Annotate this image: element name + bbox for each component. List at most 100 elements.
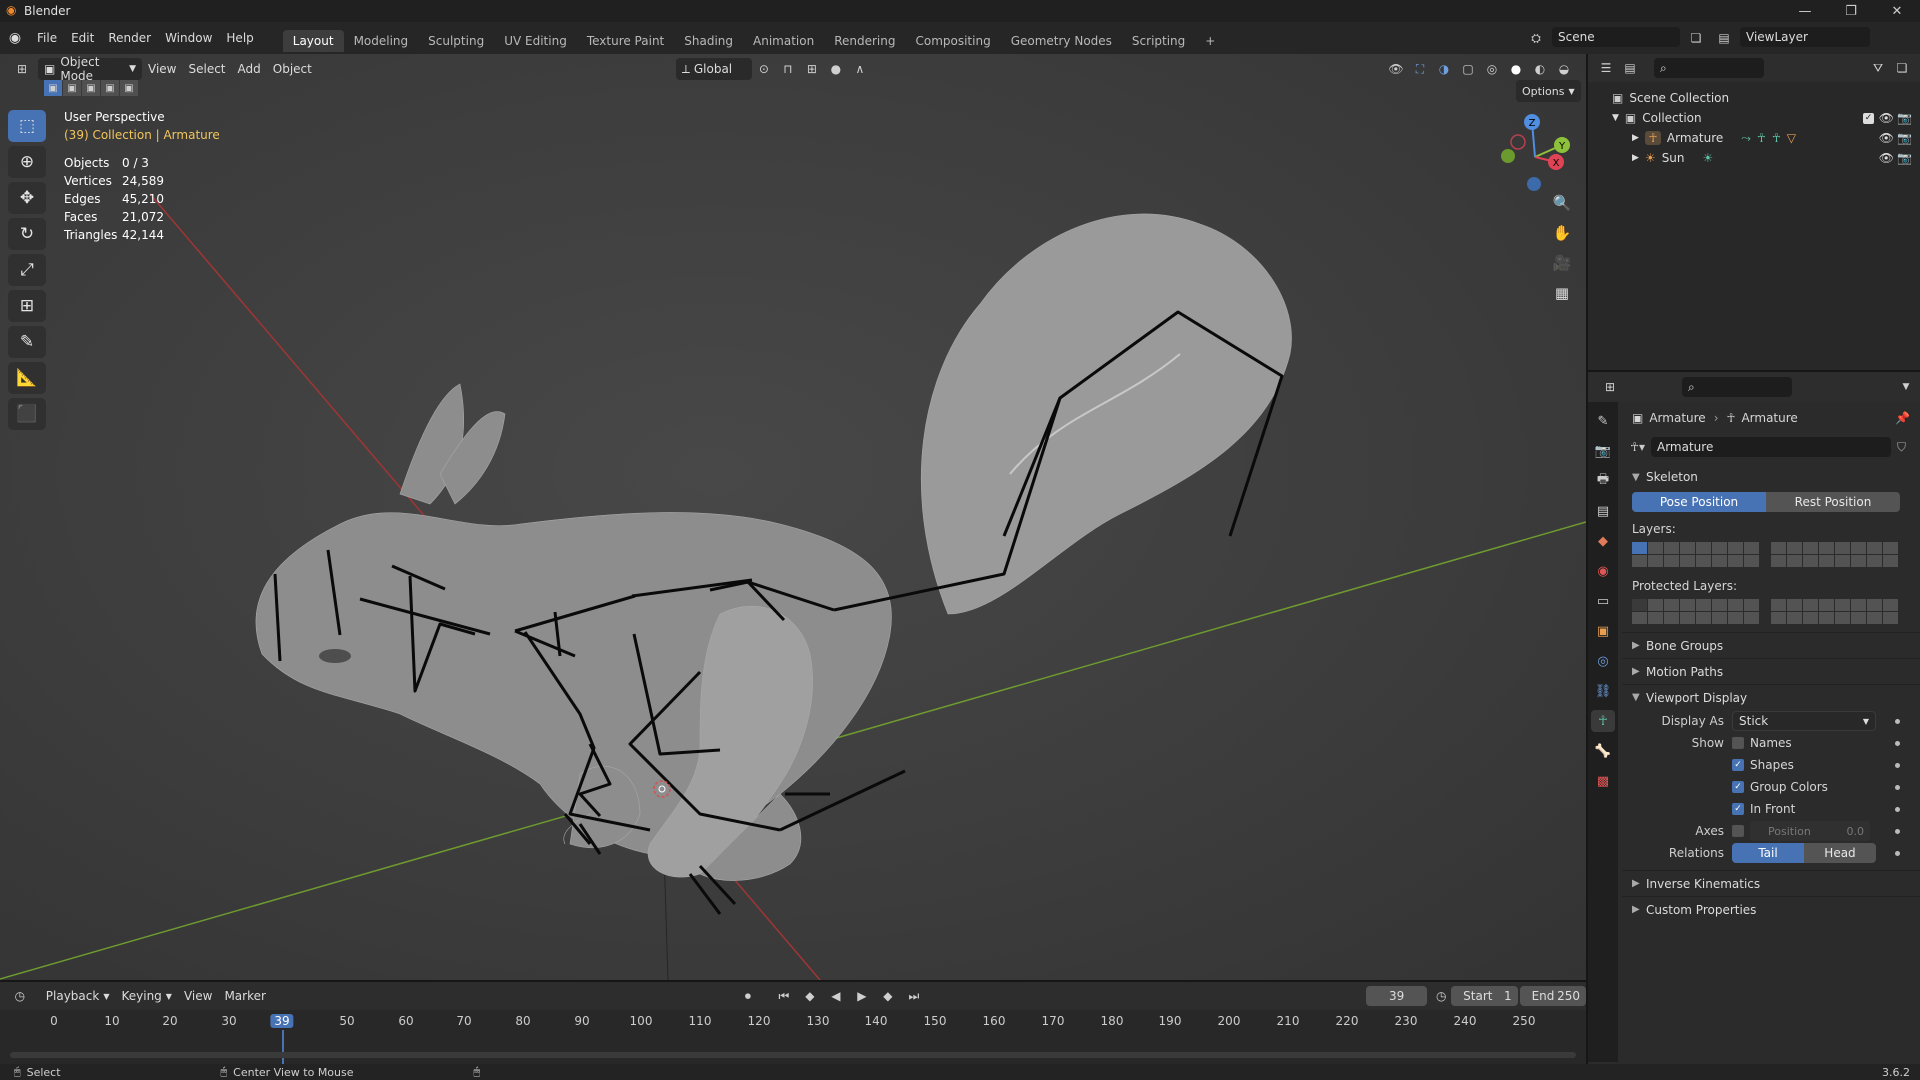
menu-help[interactable]: Help — [219, 27, 260, 49]
prev-keyframe-icon[interactable]: ◆ — [798, 985, 822, 1007]
keyframe-dot-icon[interactable] — [1895, 718, 1900, 724]
chevron-down-icon[interactable]: ▼ — [1894, 376, 1918, 398]
add-workspace-icon[interactable]: + — [1195, 30, 1225, 52]
mesh-data-icon[interactable]: ▽ — [1787, 131, 1796, 145]
tree-item-armature[interactable]: ▶ ☥ Armature ⤳ ☥ ☥ ▽ 👁 📷 — [1588, 128, 1920, 148]
playhead-frame[interactable]: 39 — [270, 1014, 294, 1028]
view-layer-tab-icon[interactable]: ▤ — [1591, 500, 1615, 522]
physics-tab-icon[interactable]: ◎ — [1591, 650, 1615, 672]
zoom-icon[interactable]: 🔍 — [1547, 188, 1577, 218]
tab-geometry-nodes[interactable]: Geometry Nodes — [1001, 30, 1122, 52]
move-tool-icon[interactable]: ✥ — [8, 182, 46, 214]
camera-icon[interactable]: 📷 — [1897, 151, 1912, 165]
maximize-icon[interactable]: ❐ — [1828, 0, 1874, 22]
tree-item-sun[interactable]: ▶ ☀ Sun ☀ 👁 📷 — [1588, 148, 1920, 168]
collection-tab-icon[interactable]: ▭ — [1591, 590, 1615, 612]
menu-render[interactable]: Render — [101, 27, 158, 49]
expand-arrow-icon[interactable]: ▶ — [1632, 133, 1639, 143]
scene-tab-icon[interactable]: ◆ — [1591, 530, 1615, 552]
modifier-icon[interactable]: ☥ — [1772, 131, 1781, 145]
panel-skeleton[interactable]: ▼ Skeleton — [1622, 464, 1920, 490]
names-checkbox[interactable] — [1732, 737, 1744, 749]
tree-scene-collection[interactable]: ▣ Scene Collection — [1588, 88, 1920, 108]
keyframe-dot-icon[interactable] — [1895, 806, 1900, 812]
output-tab-icon[interactable]: 🖶 — [1591, 470, 1615, 492]
tool-tab-icon[interactable]: ✎ — [1591, 410, 1615, 432]
protected-layers-grid[interactable] — [1622, 599, 1920, 624]
select-box-tool-icon[interactable]: ⬚ — [8, 110, 46, 142]
properties-search-input[interactable]: ⌕ — [1682, 377, 1792, 397]
tab-layout[interactable]: Layout — [282, 30, 344, 52]
armature-data-icon[interactable]: ☥ — [1757, 131, 1766, 145]
tab-scripting[interactable]: Scripting — [1122, 30, 1195, 52]
texture-tab-icon[interactable]: ▩ — [1591, 770, 1615, 792]
eye-icon[interactable]: 👁 — [1879, 111, 1894, 125]
timeline-scrollbar[interactable] — [10, 1052, 1576, 1058]
clock-icon[interactable]: ◷ — [1431, 985, 1451, 1007]
bone-tab-icon[interactable]: 🦴 — [1591, 740, 1615, 762]
ortho-toggle-icon[interactable]: ▦ — [1547, 278, 1577, 308]
menu-window[interactable]: Window — [158, 27, 219, 49]
add-cube-tool-icon[interactable]: ⬛ — [8, 398, 46, 430]
tab-texture-paint[interactable]: Texture Paint — [577, 30, 674, 52]
pin-icon[interactable]: 📌 — [1895, 411, 1910, 425]
in-front-checkbox[interactable]: ✓ — [1732, 803, 1744, 815]
play-reverse-icon[interactable]: ◀ — [824, 985, 848, 1007]
play-icon[interactable]: ▶ — [850, 985, 874, 1007]
display-mode-icon[interactable]: ▤ — [1618, 57, 1642, 79]
shapes-checkbox[interactable]: ✓ — [1732, 759, 1744, 771]
exclude-checkbox[interactable]: ✓ — [1863, 112, 1874, 124]
blender-menu-icon[interactable]: ◉ — [0, 30, 30, 46]
tab-animation[interactable]: Animation — [743, 30, 824, 52]
pose-icon[interactable]: ⤳ — [1741, 131, 1751, 146]
properties-editor-type-icon[interactable]: ⊞ — [1598, 376, 1622, 398]
new-scene-icon[interactable]: ❏ — [1684, 27, 1708, 49]
keyframe-dot-icon[interactable] — [1895, 850, 1900, 856]
timeline-view-menu[interactable]: View — [178, 985, 218, 1007]
expand-arrow-icon[interactable]: ▼ — [1612, 113, 1619, 123]
datablock-name-field[interactable]: Armature — [1650, 437, 1891, 457]
constraints-tab-icon[interactable]: ⛓ — [1591, 680, 1615, 702]
record-icon[interactable]: ⏺ — [736, 985, 760, 1007]
scene-name-field[interactable]: Scene — [1552, 27, 1680, 47]
menu-file[interactable]: File — [30, 27, 64, 49]
tab-sculpting[interactable]: Sculpting — [418, 30, 494, 52]
light-data-icon[interactable]: ☀ — [1703, 151, 1714, 165]
render-tab-icon[interactable]: 📷 — [1591, 440, 1615, 462]
close-icon[interactable]: ✕ — [1874, 0, 1920, 22]
camera-view-icon[interactable]: 🎥 — [1547, 248, 1577, 278]
camera-icon[interactable]: 📷 — [1897, 131, 1912, 145]
tab-shading[interactable]: Shading — [674, 30, 743, 52]
menu-edit[interactable]: Edit — [64, 27, 101, 49]
keyframe-dot-icon[interactable] — [1895, 740, 1900, 746]
playhead-line[interactable] — [282, 1030, 284, 1064]
tab-modeling[interactable]: Modeling — [344, 30, 419, 52]
marker-menu[interactable]: Marker — [218, 985, 271, 1007]
jump-end-icon[interactable]: ⏭ — [902, 985, 926, 1007]
keyframe-dot-icon[interactable] — [1895, 828, 1900, 834]
rotate-tool-icon[interactable]: ↻ — [8, 218, 46, 250]
tab-compositing[interactable]: Compositing — [905, 30, 1000, 52]
scale-tool-icon[interactable]: ⤢ — [8, 254, 46, 286]
outliner-editor-type-icon[interactable]: ☰ — [1594, 57, 1618, 79]
axes-checkbox[interactable] — [1732, 825, 1744, 837]
expand-arrow-icon[interactable]: ▶ — [1632, 153, 1639, 163]
minimize-icon[interactable]: — — [1782, 0, 1828, 22]
group-colors-checkbox[interactable]: ✓ — [1732, 781, 1744, 793]
outliner-search-input[interactable]: ⌕ — [1654, 58, 1764, 78]
tab-uv-editing[interactable]: UV Editing — [494, 30, 577, 52]
pose-position-button[interactable]: Pose Position — [1632, 492, 1766, 512]
camera-icon[interactable]: 📷 — [1897, 111, 1912, 125]
view-layer-icon[interactable]: ▤ — [1712, 27, 1736, 49]
eye-icon[interactable]: 👁 — [1879, 131, 1894, 145]
fake-user-shield-icon[interactable]: ⛉ — [1897, 440, 1906, 455]
measure-tool-icon[interactable]: 📐 — [8, 362, 46, 394]
axes-position-field[interactable]: Position 0.0 — [1750, 821, 1870, 841]
3d-viewport[interactable]: ⊞ ▣ Object Mode ▼ View Select Add Object… — [0, 54, 1586, 980]
playback-menu[interactable]: Playback ▼ — [40, 985, 116, 1007]
timeline-editor-type-icon[interactable]: ◷ — [10, 985, 30, 1007]
end-frame-field[interactable]: End 250 — [1519, 986, 1586, 1006]
transform-tool-icon[interactable]: ⊞ — [8, 290, 46, 322]
panel-bone-groups[interactable]: ▶ Bone Groups — [1622, 632, 1920, 658]
frame-ruler[interactable]: 0 10 20 30 39 50 60 70 80 90 100 110 120… — [0, 1010, 1586, 1032]
